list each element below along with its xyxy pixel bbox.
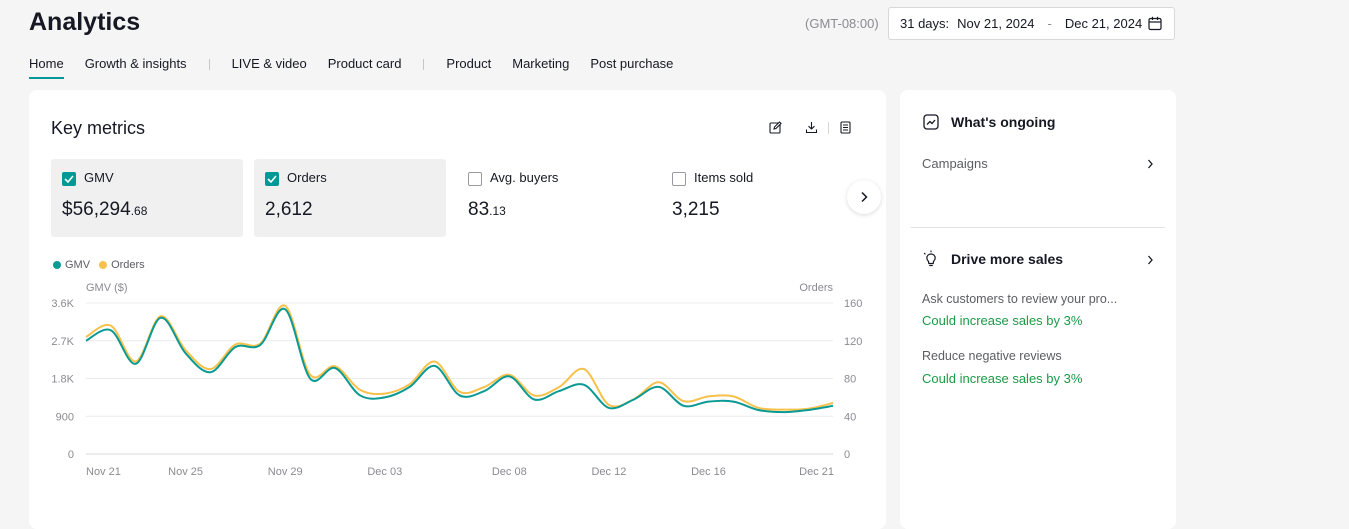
- series-line-gmv: [85, 307, 834, 414]
- date-range-end: Dec 21, 2024: [1064, 16, 1143, 31]
- drive-sales-heading[interactable]: Drive more sales: [922, 250, 1154, 268]
- side-item-campaigns[interactable]: Campaigns: [922, 156, 1154, 172]
- tab-divider: [208, 59, 210, 70]
- chevron-right-icon: [1148, 255, 1153, 265]
- tip-impact: Could increase sales by 3%: [922, 313, 1083, 328]
- x-tick-label: Dec 08: [492, 466, 527, 478]
- line-chart: 0 0 900 40 1.8K 80 2.7K 120 3.6K 160 GMV ($) Orders…: [51, 282, 862, 478]
- calendar-icon: [1148, 16, 1162, 31]
- x-tick-label: Nov 29: [268, 466, 303, 478]
- tip-title[interactable]: Reduce negative reviews: [922, 349, 1062, 363]
- date-range-separator: -: [1047, 16, 1052, 31]
- timezone-label: (GMT-08:00): [805, 16, 879, 31]
- date-range-start: Nov 21, 2024: [957, 16, 1035, 31]
- side-panel: What's ongoing Campaigns Drive more sale…: [900, 90, 1176, 529]
- y-right-axis-title: Orders: [799, 282, 833, 294]
- y-right-tick-label: 0: [844, 449, 850, 461]
- date-range-picker[interactable]: 31 days: Nov 21, 2024 - Dec 21, 2024: [888, 7, 1175, 40]
- y-left-tick-label: 2.7K: [51, 336, 74, 348]
- x-tick-label: Nov 25: [168, 466, 203, 478]
- y-left-tick-label: 3.6K: [51, 298, 74, 310]
- y-left-tick-label: 1.8K: [51, 374, 74, 386]
- y-right-tick-label: 40: [844, 411, 856, 423]
- y-right-tick-label: 160: [844, 298, 862, 310]
- y-left-axis-title: GMV ($): [86, 282, 128, 294]
- drive-sales-title: Drive more sales: [951, 251, 1064, 267]
- tab-divider: [423, 59, 425, 70]
- tab-product[interactable]: Product: [446, 56, 491, 77]
- date-range-prefix: 31 days:: [900, 16, 950, 31]
- page-title: Analytics: [29, 8, 141, 36]
- y-left-tick-label: 900: [56, 411, 74, 423]
- y-right-tick-label: 80: [844, 374, 856, 386]
- key-metrics-card: Key metrics GMV $56,294.68 Orders 2,612 …: [29, 90, 886, 529]
- whats-ongoing-heading: What's ongoing: [922, 113, 1055, 131]
- tab-live-video[interactable]: LIVE & video: [232, 56, 307, 77]
- tab-home[interactable]: Home: [29, 56, 64, 79]
- side-divider: [911, 227, 1165, 228]
- tab-product-card[interactable]: Product card: [328, 56, 402, 77]
- y-left-tick-label: 0: [68, 449, 74, 461]
- campaigns-label: Campaigns: [922, 156, 988, 171]
- tip-title[interactable]: Ask customers to review your pro...: [922, 292, 1117, 306]
- tab-post-purchase[interactable]: Post purchase: [590, 56, 673, 77]
- tip-impact: Could increase sales by 3%: [922, 371, 1083, 386]
- x-tick-label: Dec 16: [691, 466, 726, 478]
- x-tick-label: Dec 21: [799, 466, 834, 478]
- series-line-orders: [85, 304, 834, 411]
- whats-ongoing-title: What's ongoing: [951, 114, 1056, 130]
- y-right-tick-label: 120: [844, 336, 862, 348]
- chevron-right-icon: [1148, 159, 1153, 169]
- trend-chart-icon: [923, 114, 939, 130]
- tab-growth-insights[interactable]: Growth & insights: [85, 56, 187, 77]
- lightbulb-icon: [923, 250, 936, 267]
- x-tick-label: Dec 12: [591, 466, 626, 478]
- tab-marketing[interactable]: Marketing: [512, 56, 569, 77]
- x-tick-label: Dec 03: [367, 466, 402, 478]
- tab-bar: Home Growth & insights LIVE & video Prod…: [29, 56, 694, 80]
- x-tick-label: Nov 21: [86, 466, 121, 478]
